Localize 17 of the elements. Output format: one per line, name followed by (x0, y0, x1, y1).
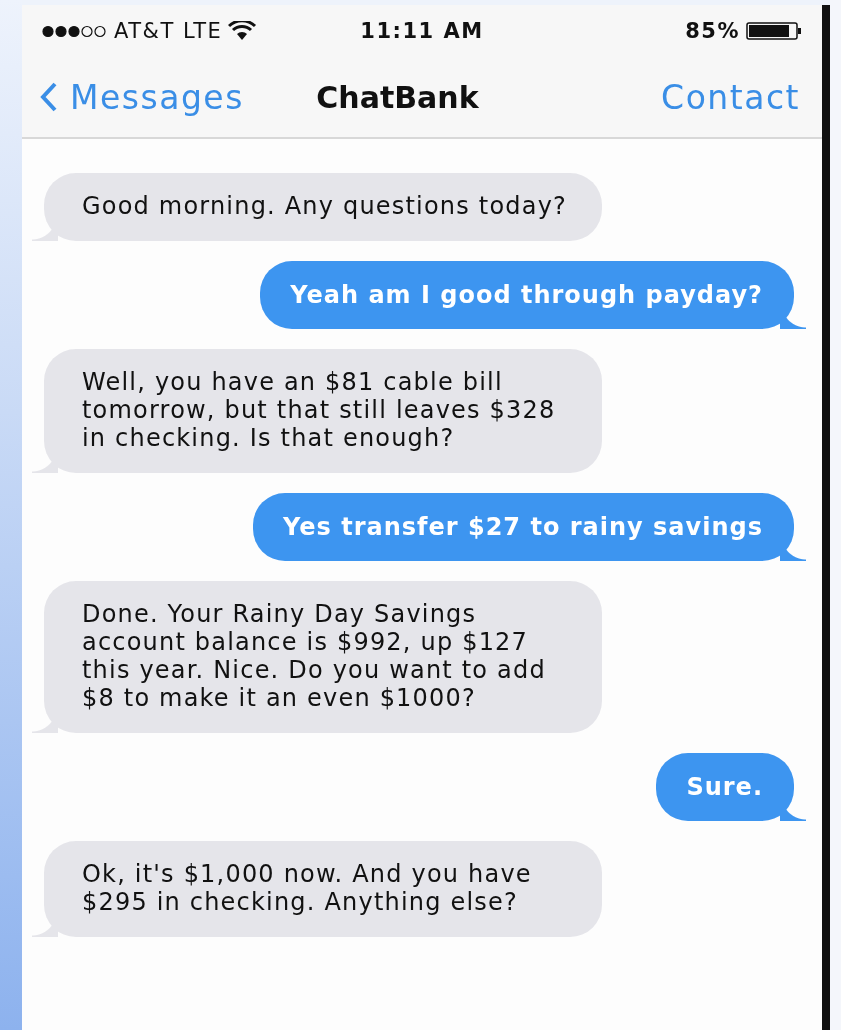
clock: 11:11 AM (360, 19, 484, 43)
conversation-title: ChatBank (316, 79, 479, 115)
back-button[interactable]: Messages (40, 77, 244, 117)
chevron-left-icon (40, 82, 58, 112)
battery-percent: 85% (685, 19, 740, 43)
received-message-bubble: Ok, it's $1,000 now. And you have $295 in checking. Anything else? (30, 841, 602, 937)
contact-button[interactable]: Contact (661, 77, 800, 117)
received-message-bubble: Good morning. Any questions today? (30, 173, 602, 241)
battery-icon (746, 22, 802, 40)
signal-icon (42, 24, 108, 38)
received-message-bubble: Well, you have an $81 cable bill tomorrow, but that still leaves $328 in checking. Is that enough? (30, 349, 602, 473)
carrier-label: AT&T LTE (114, 19, 223, 43)
sent-message-bubble: Sure. (656, 753, 808, 821)
wifi-icon (228, 21, 257, 41)
received-message-bubble: Done. Your Rainy Day Savings account balance is $992, up $127 this year. Nice. Do you want to add $8 to make it an even $1000? (30, 581, 602, 733)
sent-message-bubble: Yes transfer $27 to rainy savings (253, 493, 808, 561)
sent-message-bubble: Yeah am I good through payday? (260, 261, 808, 329)
